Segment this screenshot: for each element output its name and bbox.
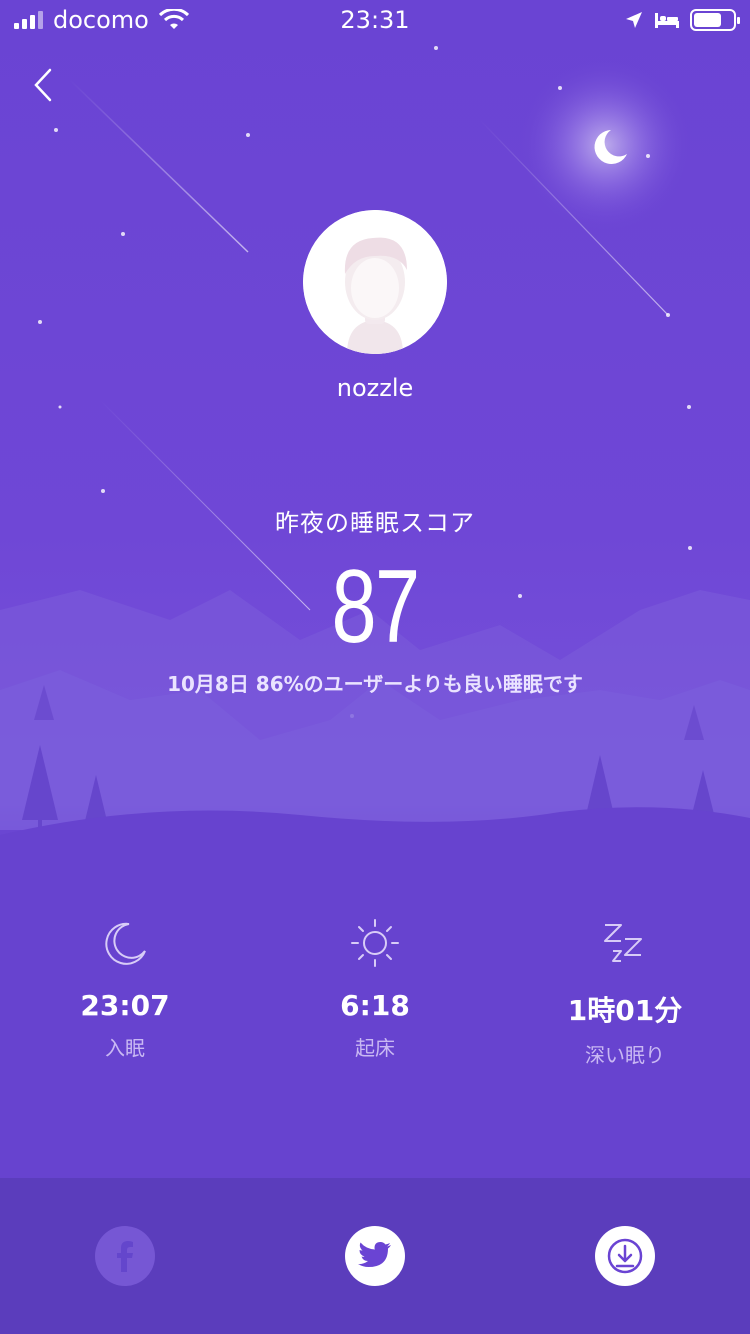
download-button[interactable] [595,1226,655,1286]
carrier-label: docomo [53,6,149,34]
stat-deep-sleep: 1時01分 深い眠り [500,915,750,1075]
avatar[interactable] [303,210,447,354]
moon-glow [520,60,690,230]
stat-label: 起床 [355,1036,395,1060]
stat-label: 深い眠り [585,1043,665,1067]
stat-value: 6:18 [340,989,410,1022]
stat-wake-time: 6:18 起床 [250,915,500,1075]
back-button[interactable] [28,60,68,110]
stat-value: 1時01分 [567,994,683,1027]
background-scene [0,46,750,1178]
username: nozzle [336,374,414,402]
avatar-placeholder-icon [303,210,447,354]
location-icon [626,12,642,28]
stat-label: 入眠 [105,1036,145,1060]
score-title: 昨夜の睡眠スコア [275,509,475,537]
sleep-score: 87 [331,549,420,665]
wifi-icon [158,9,189,29]
sun-icon [351,919,399,967]
status-bar: docomo 23:31 [0,0,750,40]
score-description: 10月8日 86%のユーザーよりも良い睡眠です [167,672,583,696]
battery-icon [690,9,740,31]
download-icon [607,1238,643,1274]
zzz-icon [604,924,642,962]
shooting-star [69,79,249,253]
stat-sleep-time: 23:07 入眠 [0,915,250,1075]
share-bar [0,1178,750,1334]
stat-value: 23:07 [80,989,170,1022]
facebook-icon [117,1241,133,1272]
twitter-share-button[interactable] [345,1226,405,1286]
facebook-share-button[interactable] [95,1226,155,1286]
moon-icon [105,922,146,965]
chevron-left-icon [34,68,52,102]
signal-icon [14,11,43,29]
twitter-icon [358,1242,391,1267]
bed-icon [655,13,679,28]
sleep-stats: 23:07 入眠 6:18 起床 1時01分 深い眠り [0,915,750,1075]
